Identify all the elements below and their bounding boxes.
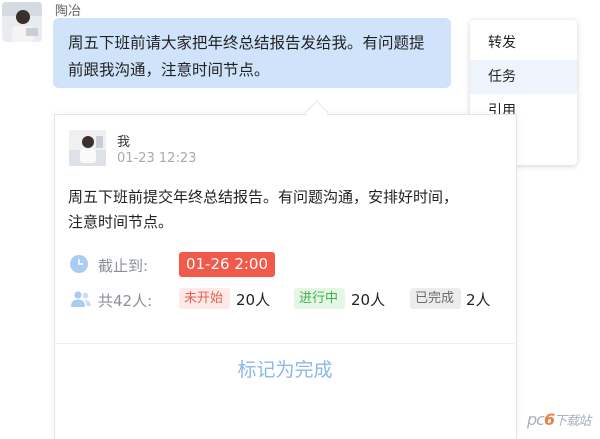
in-progress-count: 20人 <box>351 291 386 309</box>
watermark-part-2: 6 <box>543 410 555 429</box>
status-not-started-badge[interactable]: 未开始 <box>179 288 230 309</box>
status-in-progress-badge[interactable]: 进行中 <box>294 288 345 309</box>
done-count: 2人 <box>466 291 491 309</box>
people-icon <box>71 291 91 307</box>
menu-item-forward[interactable]: 转发 <box>470 26 577 60</box>
task-content-line-2: 注意时间节点。 <box>68 213 174 231</box>
task-content-line-1: 周五下班前提交年终总结报告。有问题沟通，安排好时间， <box>68 188 459 206</box>
message-text-line-1: 周五下班前请大家把年终总结报告发给我。有问题提 <box>68 34 425 52</box>
watermark: pc6下载站 <box>527 410 591 429</box>
status-done-badge[interactable]: 已完成 <box>410 288 461 309</box>
watermark-part-3: 下载站 <box>554 414 591 429</box>
creator-name: 我 <box>117 135 131 150</box>
message-text: 周五下班前请大家把年终总结报告发给我。有问题提 前跟我沟通，注意时间节点。 <box>68 30 448 84</box>
watermark-part-1: pc <box>527 410 545 429</box>
clock-icon <box>70 255 88 273</box>
menu-item-task[interactable]: 任务 <box>470 60 577 94</box>
sender-name: 陶冶 <box>55 4 82 19</box>
created-time: 01-23 12:23 <box>117 151 197 166</box>
task-content: 周五下班前提交年终总结报告。有问题沟通，安排好时间， 注意时间节点。 <box>68 185 508 235</box>
deadline-label: 截止到: <box>98 257 149 275</box>
creator-avatar[interactable] <box>69 130 106 166</box>
sender-avatar[interactable] <box>2 2 42 42</box>
message-text-line-2: 前跟我沟通，注意时间节点。 <box>68 61 270 79</box>
deadline-value[interactable]: 01-26 2:00 <box>179 252 275 277</box>
mark-complete-button[interactable]: 标记为完成 <box>55 344 515 400</box>
participants-label: 共42人: <box>98 292 153 310</box>
not-started-count: 20人 <box>236 291 271 309</box>
